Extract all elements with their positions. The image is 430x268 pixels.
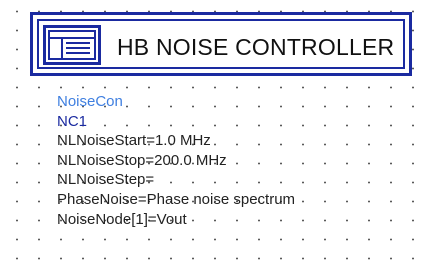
instance-name-label[interactable]: NC1 <box>57 112 295 132</box>
parameter-nlnoisestep[interactable]: NLNoiseStep= <box>57 170 295 190</box>
hb-noise-controller-component[interactable]: HB NOISE CONTROLLER <box>30 12 412 76</box>
component-name-label[interactable]: NoiseCon <box>57 92 295 112</box>
component-title: HB NOISE CONTROLLER <box>117 34 395 60</box>
parameter-nlnoisestop[interactable]: NLNoiseStop=200.0 MHz <box>57 151 295 171</box>
parameter-phasenoise[interactable]: PhaseNoise=Phase noise spectrum <box>57 190 295 210</box>
component-parameters: NoiseCon NC1 NLNoiseStart=1.0 MHz NLNois… <box>57 92 295 229</box>
controller-panel-icon <box>43 25 101 65</box>
parameter-nlnoisestart[interactable]: NLNoiseStart=1.0 MHz <box>57 131 295 151</box>
parameter-noisenode[interactable]: NoiseNode[1]=Vout <box>57 210 295 230</box>
